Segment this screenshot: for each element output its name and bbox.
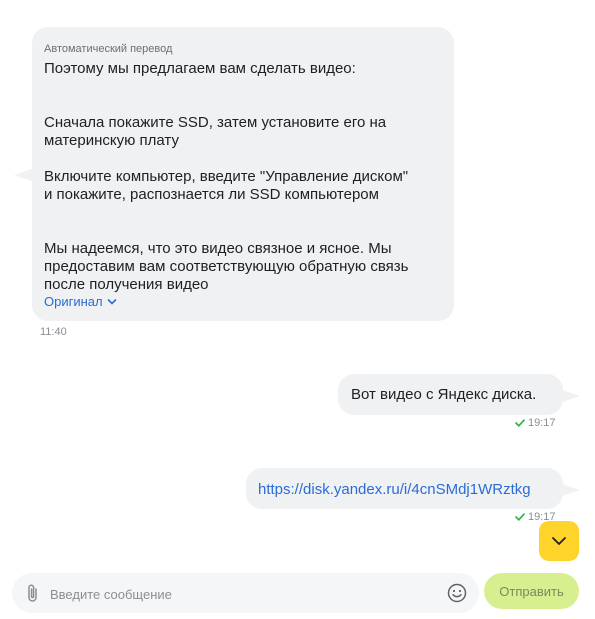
outgoing-link-bubble: https://disk.yandex.ru/i/4cnSMdj1WRztkg: [246, 468, 563, 509]
check-icon: [515, 419, 525, 427]
original-link-label: Оригинал: [44, 294, 103, 309]
message-input[interactable]: [48, 583, 412, 605]
auto-translate-label: Автоматический перевод: [44, 43, 173, 55]
incoming-message-bubble: Автоматический перевод Поэтому мы предла…: [32, 27, 454, 321]
incoming-message-time: 11:40: [40, 326, 67, 338]
outgoing-bubble-tail: [562, 390, 580, 402]
chevron-down-icon: [552, 537, 566, 545]
yandex-disk-link[interactable]: https://disk.yandex.ru/i/4cnSMdj1WRztkg: [258, 481, 531, 498]
outgoing-bubble-tail: [562, 484, 580, 496]
original-toggle-link[interactable]: Оригинал: [44, 294, 117, 309]
outgoing-message-bubble: Вот видео с Яндекс диска.: [338, 374, 563, 415]
send-button[interactable]: Отправить: [484, 573, 579, 609]
chevron-down-icon: [107, 298, 116, 305]
incoming-bubble-tail: [14, 169, 32, 181]
outgoing-message-meta: 19:17: [515, 417, 556, 429]
check-icon: [515, 513, 525, 521]
message-composer: [12, 573, 479, 613]
outgoing-message-time: 19:17: [528, 417, 556, 429]
scroll-to-bottom-button[interactable]: [539, 521, 579, 561]
outgoing-message-text: Вот видео с Яндекс диска.: [351, 386, 537, 403]
paperclip-icon[interactable]: [26, 583, 40, 603]
incoming-message-text: Поэтому мы предлагаем вам сделать видео:…: [44, 60, 409, 293]
smiley-icon[interactable]: [447, 583, 467, 603]
